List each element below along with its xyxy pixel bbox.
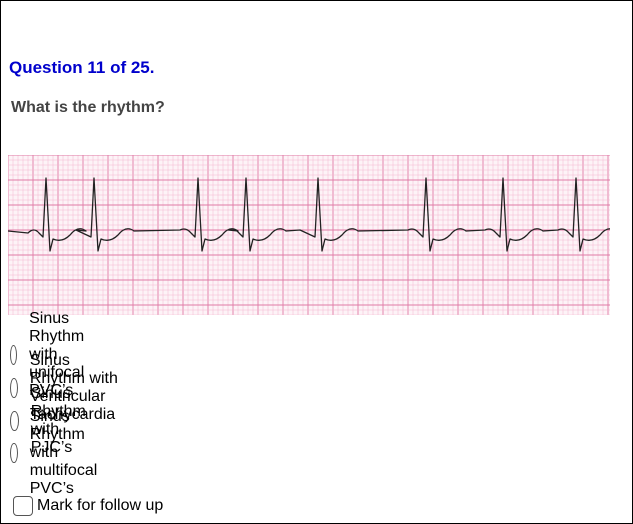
question-number: Question 11 of 25. [9, 58, 155, 77]
radio-button[interactable] [10, 378, 18, 398]
follow-up-label: Mark for follow up [37, 497, 164, 514]
question-prompt: What is the rhythm? [11, 99, 165, 116]
radio-button[interactable] [10, 411, 19, 431]
follow-up-checkbox[interactable] [13, 496, 33, 516]
ecg-strip [8, 155, 610, 315]
radio-button[interactable] [10, 443, 18, 463]
ecg-strip-image [8, 155, 610, 315]
mark-follow-up[interactable]: Mark for follow up [13, 496, 163, 516]
answer-option-label: Sinus Rhythm with multifocal PVC’s [29, 408, 98, 497]
radio-button[interactable] [10, 345, 18, 365]
answer-option-4[interactable]: Sinus Rhythm with multifocal PVC’s [10, 408, 110, 497]
